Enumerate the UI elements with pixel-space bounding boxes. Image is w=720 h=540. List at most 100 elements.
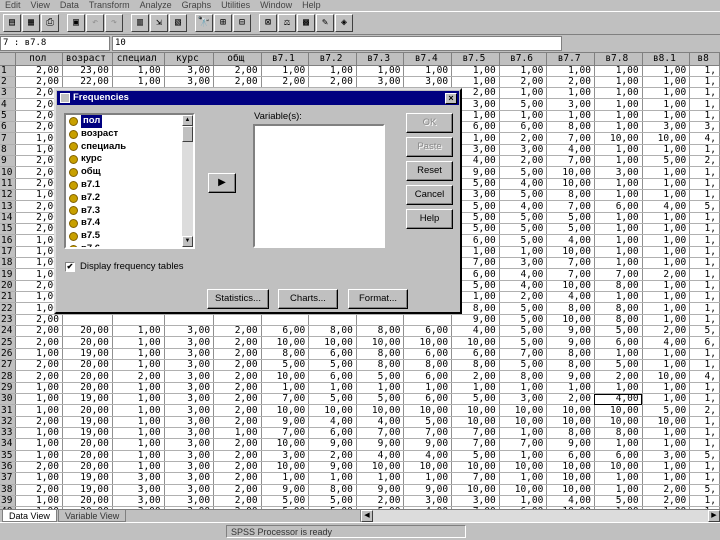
data-cell[interactable]: 3,00	[403, 76, 453, 89]
data-cell[interactable]: 1,00	[594, 144, 643, 157]
move-variable-button[interactable]: ▶	[208, 173, 236, 193]
data-cell[interactable]: 1,00	[546, 382, 595, 395]
data-cell[interactable]: 2,00	[15, 359, 63, 372]
data-cell[interactable]: 19,00	[62, 427, 113, 440]
data-cell[interactable]: 3,00	[261, 450, 310, 462]
data-cell[interactable]: 2,00	[642, 495, 691, 508]
data-cell[interactable]: 10,00	[403, 404, 453, 417]
data-cell[interactable]: 1,	[689, 166, 720, 179]
data-cell[interactable]: 2,00	[213, 76, 262, 89]
print-icon[interactable]: ⎙	[41, 14, 59, 32]
data-cell[interactable]: 2,00	[213, 484, 262, 496]
data-cell[interactable]: 1,00	[499, 87, 548, 100]
menu-item[interactable]: Analyze	[135, 0, 177, 11]
data-cell[interactable]: 1,00	[594, 382, 643, 395]
data-cell[interactable]: 1,00	[499, 246, 548, 259]
data-cell[interactable]: 10,00	[261, 404, 310, 417]
data-cell[interactable]: 1,	[689, 291, 720, 304]
data-cell[interactable]: 3,00	[356, 76, 405, 89]
list-item[interactable]: в7.6	[66, 243, 193, 247]
data-cell[interactable]: 7,00	[451, 427, 500, 440]
data-cell[interactable]: 9,00	[403, 438, 453, 451]
cell-reference-field[interactable]: 7 : в7.8	[0, 36, 110, 51]
corner-cell[interactable]	[0, 53, 17, 66]
data-cell[interactable]: 20,00	[62, 325, 113, 338]
data-cell[interactable]: 1,00	[594, 246, 643, 259]
data-cell[interactable]: 1,00	[499, 382, 548, 395]
data-cell[interactable]: 9,00	[451, 314, 500, 327]
list-item[interactable]: в7.1	[66, 179, 193, 192]
data-cell[interactable]: 9,00	[546, 325, 595, 338]
data-cell[interactable]: 2,00	[642, 268, 691, 281]
data-cell[interactable]: 1,00	[642, 438, 691, 451]
paste-button[interactable]: Paste	[406, 137, 453, 157]
data-cell[interactable]: 3,00	[164, 450, 215, 462]
data-cell[interactable]: 2,00	[15, 484, 63, 496]
data-cell[interactable]: 1,00	[642, 291, 691, 304]
row-number[interactable]: 39	[0, 495, 17, 508]
data-cell[interactable]: 1,	[689, 472, 720, 485]
row-number[interactable]: 11	[0, 178, 17, 191]
list-item[interactable]: возраст	[66, 128, 193, 141]
data-cell[interactable]: 1,00	[15, 393, 63, 406]
data-cell[interactable]: 5,00	[499, 234, 548, 247]
data-cell[interactable]: 2,00	[213, 416, 262, 429]
data-cell[interactable]: 7,00	[546, 200, 595, 213]
data-cell[interactable]: 1,00	[112, 382, 165, 395]
row-number[interactable]: 6	[0, 121, 17, 134]
data-cell[interactable]: 9,00	[308, 461, 357, 474]
data-cell[interactable]: 1,	[689, 495, 720, 508]
data-cell[interactable]: 10,00	[546, 404, 595, 417]
data-cell[interactable]: 3,00	[499, 257, 548, 270]
data-cell[interactable]: 10,00	[546, 461, 595, 474]
data-cell[interactable]: 5,00	[594, 325, 643, 338]
data-cell[interactable]: 2,00	[15, 76, 63, 89]
data-cell[interactable]: 1,	[689, 246, 720, 259]
data-cell[interactable]: 1,00	[642, 348, 691, 361]
data-cell[interactable]: 10,00	[499, 416, 548, 429]
data-cell[interactable]: 1,00	[642, 87, 691, 100]
menu-item[interactable]: Graphs	[177, 0, 217, 11]
data-cell[interactable]: 1,00	[112, 416, 165, 429]
data-cell[interactable]: 8,00	[356, 325, 405, 338]
data-cell[interactable]: 5,00	[499, 302, 548, 315]
data-cell[interactable]: 3,	[689, 121, 720, 134]
data-cell[interactable]: 3,00	[164, 472, 215, 485]
data-cell[interactable]: 5,00	[499, 336, 548, 349]
row-number[interactable]: 10	[0, 166, 17, 179]
data-cell[interactable]: 10,00	[499, 461, 548, 474]
weight-cases-icon[interactable]: ⚖	[278, 14, 296, 32]
row-number[interactable]: 37	[0, 472, 17, 485]
data-cell[interactable]: 7,00	[499, 348, 548, 361]
data-cell[interactable]: 6,00	[308, 427, 357, 440]
data-cell[interactable]: 1,00	[594, 291, 643, 304]
row-number[interactable]: 15	[0, 223, 17, 236]
data-cell[interactable]: 10,00	[546, 280, 595, 293]
data-cell[interactable]: 19,00	[62, 348, 113, 361]
split-file-icon[interactable]: ⊠	[259, 14, 277, 32]
data-cell[interactable]: 5,00	[451, 393, 500, 406]
data-cell[interactable]: 6,00	[308, 370, 357, 383]
data-cell[interactable]: 3,00	[112, 472, 165, 485]
column-header[interactable]: в7.5	[451, 53, 500, 66]
data-cell[interactable]: 1,00	[451, 382, 500, 395]
data-cell[interactable]: 20,00	[62, 495, 113, 508]
data-cell[interactable]: 1,00	[15, 382, 63, 395]
data-cell[interactable]: 1,00	[112, 393, 165, 406]
statistics-button[interactable]: Statistics...	[207, 289, 269, 309]
data-cell[interactable]: 2,00	[213, 393, 262, 406]
data-cell[interactable]: 6,00	[594, 200, 643, 213]
data-cell[interactable]: 10,00	[642, 416, 691, 429]
data-cell[interactable]: 4,	[689, 132, 720, 145]
data-cell[interactable]: 4,00	[642, 336, 691, 349]
data-cell[interactable]: 2,00	[499, 155, 548, 168]
data-cell[interactable]: 4,00	[546, 144, 595, 157]
row-number[interactable]: 4	[0, 98, 17, 111]
column-header[interactable]: в8.1	[642, 53, 691, 66]
row-number[interactable]: 25	[0, 336, 17, 349]
data-cell[interactable]: 8,00	[546, 189, 595, 202]
data-cell[interactable]: 10,00	[546, 416, 595, 429]
data-cell[interactable]	[164, 314, 215, 327]
list-item[interactable]: курс	[66, 153, 193, 166]
data-cell[interactable]: 2,00	[308, 76, 357, 89]
